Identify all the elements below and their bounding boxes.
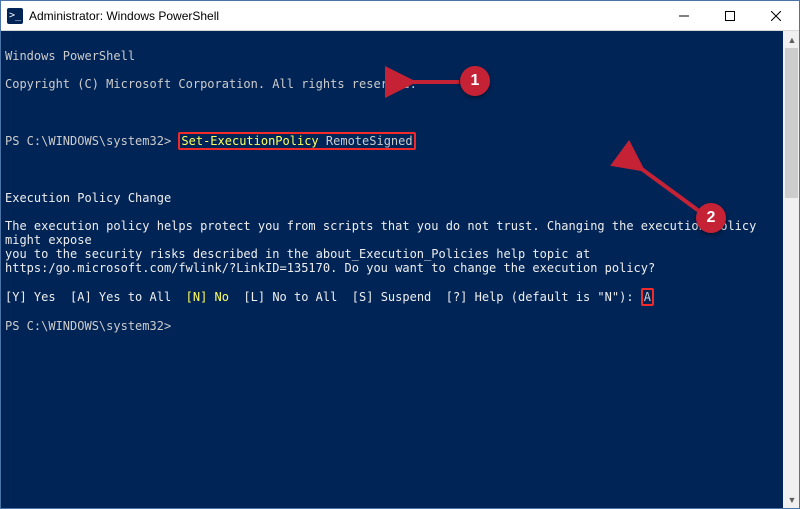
minimize-icon <box>679 11 689 21</box>
titlebar[interactable]: >_ Administrator: Windows PowerShell <box>1 1 799 31</box>
powershell-icon: >_ <box>7 8 23 24</box>
confirm-body: The execution policy helps protect you f… <box>5 219 779 275</box>
command-arg: RemoteSigned <box>326 134 413 148</box>
scroll-thumb[interactable] <box>785 48 798 198</box>
powershell-window: >_ Administrator: Windows PowerShell Win… <box>0 0 800 509</box>
maximize-icon <box>725 11 735 21</box>
terminal-area: Windows PowerShell Copyright (C) Microso… <box>1 31 799 508</box>
scroll-up-button[interactable]: ▲ <box>783 31 800 48</box>
close-icon <box>771 11 781 21</box>
command-highlight: Set-ExecutionPolicy RemoteSigned <box>178 132 415 150</box>
vertical-scrollbar[interactable]: ▲ ▼ <box>783 31 799 508</box>
command-verb: Set-ExecutionPolicy <box>181 134 326 148</box>
options-line: [Y] Yes [A] Yes to All [N] No [L] No to … <box>5 289 779 305</box>
window-title: Administrator: Windows PowerShell <box>29 9 219 23</box>
prompt-line-2: PS C:\WINDOWS\system32> <box>5 319 779 333</box>
scroll-down-button[interactable]: ▼ <box>783 491 800 508</box>
maximize-button[interactable] <box>707 1 753 31</box>
prompt-line-1: PS C:\WINDOWS\system32> Set-ExecutionPol… <box>5 133 779 149</box>
minimize-button[interactable] <box>661 1 707 31</box>
prompt-prefix: PS C:\WINDOWS\system32> <box>5 134 178 148</box>
answer-highlight: A <box>641 288 654 306</box>
copyright-line: Copyright (C) Microsoft Corporation. All… <box>5 77 779 91</box>
confirm-title: Execution Policy Change <box>5 191 779 205</box>
banner-line: Windows PowerShell <box>5 49 779 63</box>
close-button[interactable] <box>753 1 799 31</box>
app-icon: >_ <box>1 8 29 24</box>
terminal[interactable]: Windows PowerShell Copyright (C) Microso… <box>1 31 783 508</box>
